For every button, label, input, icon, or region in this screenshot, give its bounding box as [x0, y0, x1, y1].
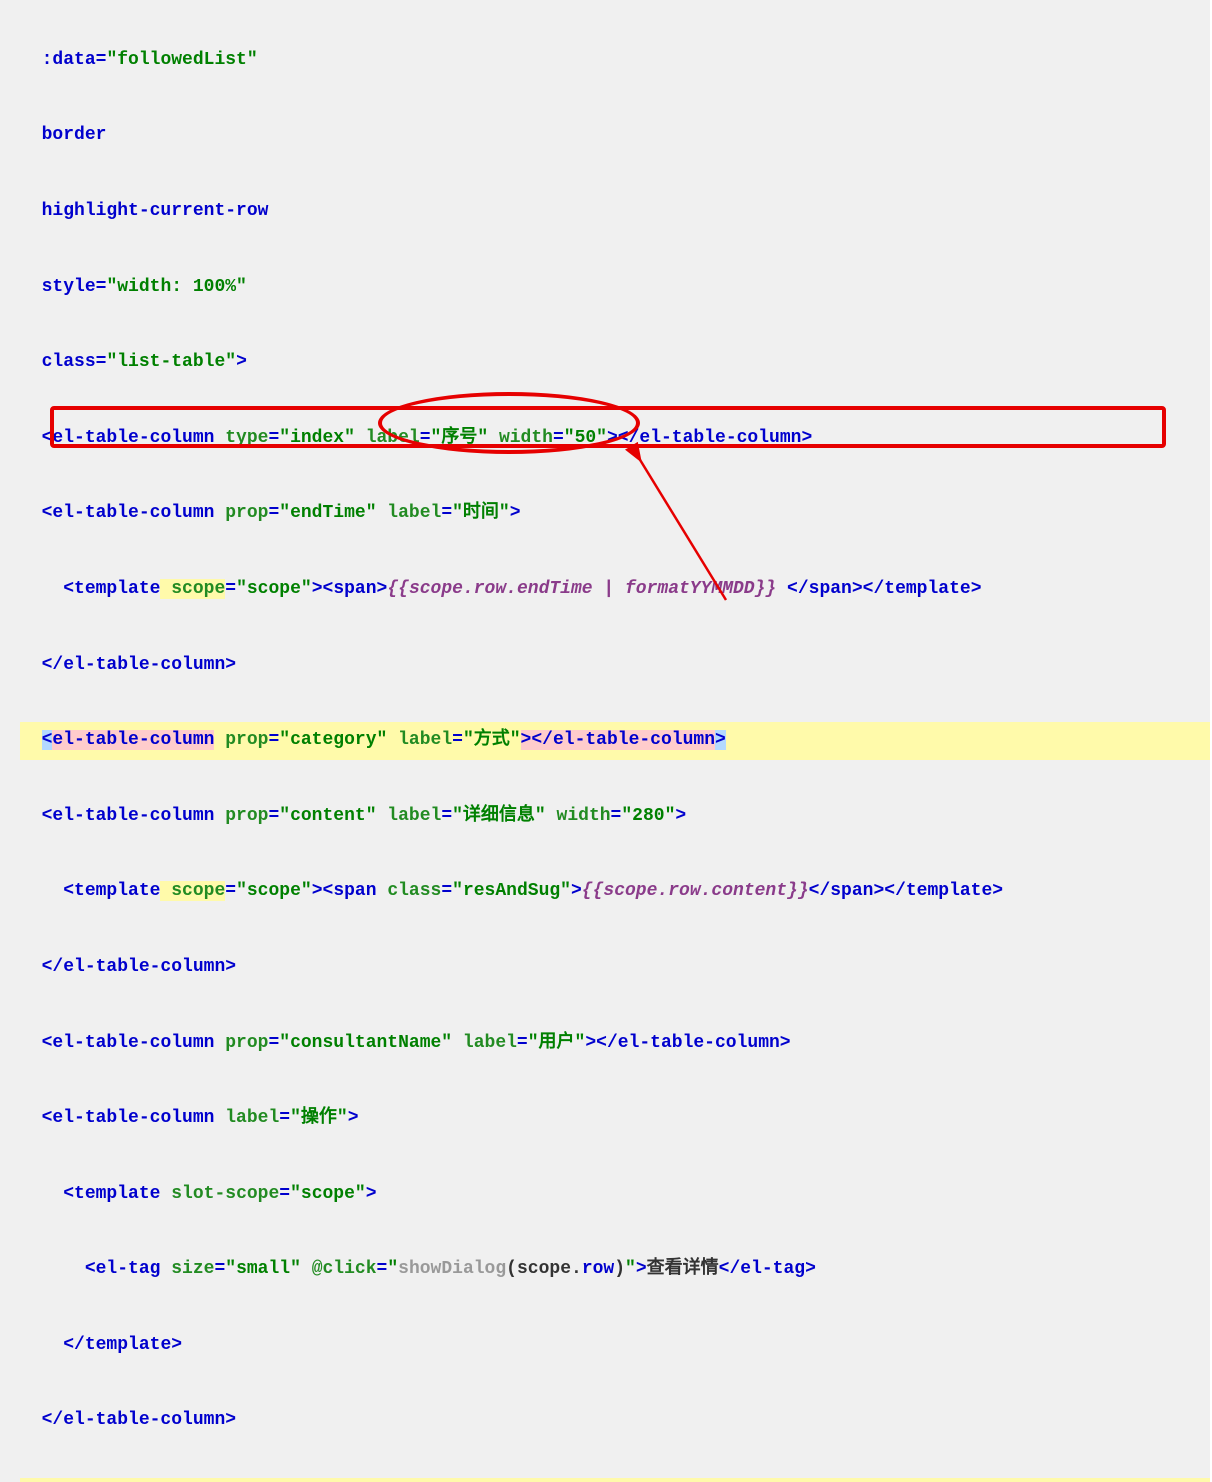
code-line: </template>	[20, 1327, 1210, 1365]
code-line: <el-table-column type="index" label="序号"…	[20, 420, 1210, 458]
code-line: <template scope="scope"><span>{{scope.ro…	[20, 571, 1210, 609]
code-line: style="width: 100%"	[20, 269, 1210, 307]
code-line: <el-table-column prop="consultantName" l…	[20, 1025, 1210, 1063]
code-line: highlight-current-row	[20, 193, 1210, 231]
code-line: <el-tag size="small" @click="showDialog(…	[20, 1251, 1210, 1289]
code-line: border	[20, 117, 1210, 155]
code-line: class="list-table">	[20, 344, 1210, 382]
code-line-highlight: <el-table-column prop="category" label="…	[20, 722, 1210, 760]
code-line-annotated: <template scope="scope"><span class="res…	[20, 873, 1210, 911]
code-line: <el-table-column label="操作">	[20, 1100, 1210, 1138]
code-line: <el-table-column prop="endTime" label="时…	[20, 495, 1210, 533]
code-line: </el-table-column>	[20, 949, 1210, 987]
code-line: :data="followedList"	[20, 42, 1210, 80]
code-line: </el-table>	[20, 1478, 1210, 1482]
code-line: <template slot-scope="scope">	[20, 1176, 1210, 1214]
code-line: </el-table-column>	[20, 1402, 1210, 1440]
code-snippet: :data="followedList" border highlight-cu…	[0, 0, 1210, 1482]
code-line: </el-table-column>	[20, 647, 1210, 685]
code-line: <el-table-column prop="content" label="详…	[20, 798, 1210, 836]
